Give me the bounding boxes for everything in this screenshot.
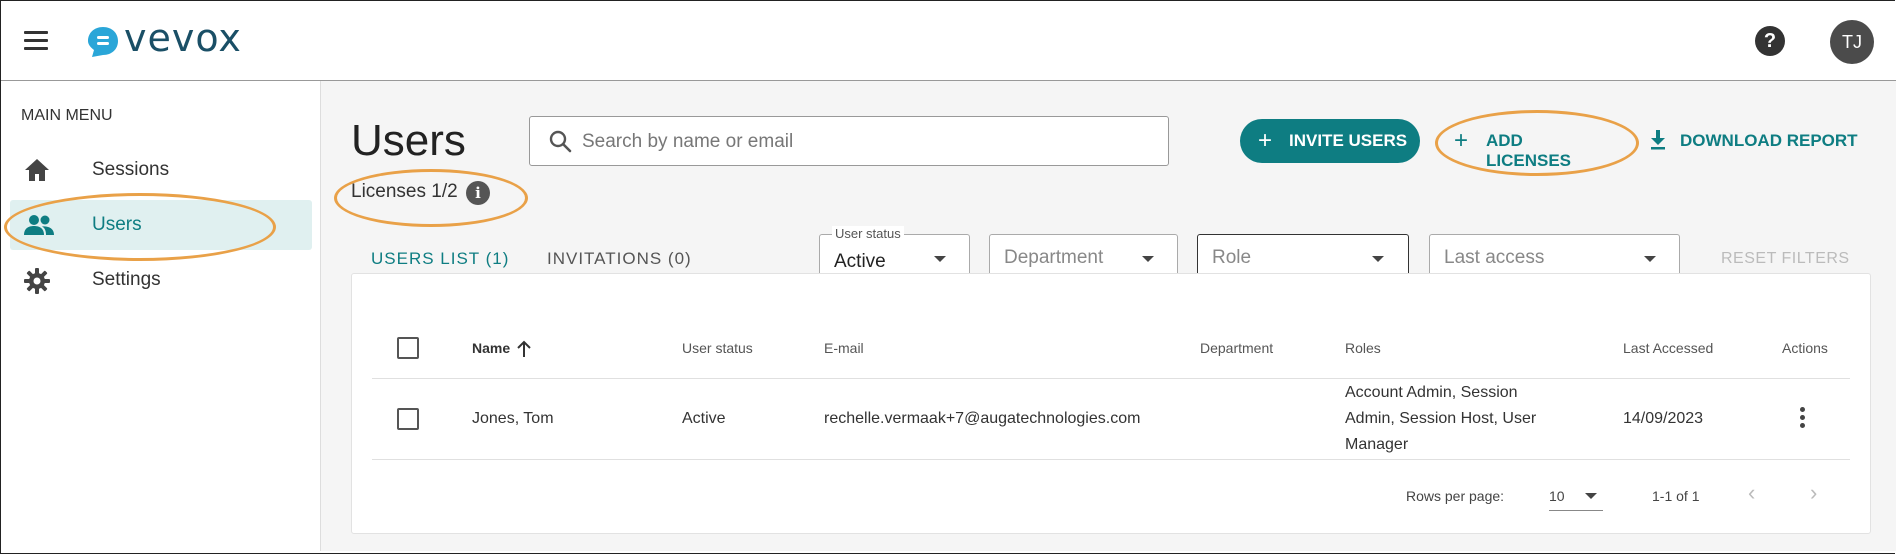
cell-name: Jones, Tom [472, 410, 554, 427]
sidebar-item-label: Settings [92, 269, 161, 290]
column-header-user-status[interactable]: User status [682, 340, 753, 356]
help-icon[interactable]: ? [1755, 26, 1785, 56]
chevron-down-icon [1585, 493, 1597, 499]
add-licenses-button[interactable]: + ADD LICENSES [1452, 119, 1612, 170]
rows-per-page-label: Rows per page: [1406, 488, 1505, 504]
cell-last-accessed: 14/09/2023 [1623, 410, 1704, 427]
info-icon[interactable]: i [466, 181, 490, 205]
select-all-checkbox[interactable] [397, 337, 419, 359]
sidebar: MAIN MENU Sessions Users Settings [2, 81, 321, 551]
plus-icon: + [1454, 127, 1469, 154]
reset-filters-button[interactable]: RESET FILTERS [1721, 250, 1850, 268]
vevox-logo-icon [88, 27, 118, 57]
download-report-button[interactable]: DOWNLOAD REPORT [1648, 119, 1858, 163]
department-placeholder: Department [1004, 247, 1104, 268]
table-row[interactable]: Jones, Tom Active rechelle.vermaak+7@aug… [352, 379, 1870, 459]
row-divider [372, 459, 1850, 460]
chevron-right-icon[interactable]: › [1810, 480, 1817, 506]
home-icon [25, 159, 49, 181]
sidebar-item-label: Users [92, 214, 142, 235]
add-licenses-label: ADD LICENSES [1486, 131, 1572, 170]
sidebar-item-label: Sessions [92, 159, 170, 180]
plus-icon: + [1258, 127, 1273, 154]
sidebar-item-settings[interactable]: Settings [10, 255, 312, 305]
people-icon [24, 215, 54, 235]
rows-per-page-value: 10 [1549, 488, 1565, 504]
chevron-down-icon [934, 256, 946, 262]
search-box[interactable] [529, 116, 1169, 166]
invite-users-button[interactable]: + INVITE USERS [1240, 119, 1420, 163]
hamburger-menu-icon[interactable] [24, 26, 48, 55]
tab-users-list[interactable]: USERS LIST (1) [371, 249, 509, 269]
user-status-label: User status [832, 226, 904, 241]
main-menu-label: MAIN MENU [21, 107, 113, 124]
chevron-down-icon [1372, 256, 1384, 262]
arrow-up-icon[interactable] [516, 340, 532, 358]
column-header-name[interactable]: Name [472, 340, 510, 356]
download-report-label: DOWNLOAD REPORT [1680, 131, 1858, 150]
column-header-actions: Actions [1782, 340, 1828, 356]
column-header-department[interactable]: Department [1200, 340, 1273, 356]
cell-status: Active [682, 410, 726, 427]
last-access-placeholder: Last access [1444, 247, 1545, 268]
pagination-range: 1-1 of 1 [1652, 488, 1700, 504]
column-header-email[interactable]: E-mail [824, 340, 864, 356]
cell-roles-line: Admin, Session Host, User [1345, 410, 1537, 427]
user-avatar[interactable]: TJ [1830, 20, 1874, 64]
cell-roles-line: Account Admin, Session [1345, 384, 1518, 401]
search-input[interactable] [580, 127, 1154, 157]
vevox-logo[interactable]: vevox [86, 16, 256, 60]
tab-invitations[interactable]: INVITATIONS (0) [547, 249, 692, 269]
row-checkbox[interactable] [397, 408, 419, 430]
column-header-last-accessed[interactable]: Last Accessed [1623, 340, 1713, 356]
chevron-down-icon [1142, 256, 1154, 262]
column-header-roles[interactable]: Roles [1345, 340, 1381, 356]
cell-email: rechelle.vermaak+7@augatechnologies.com [824, 410, 1141, 427]
users-table: Name User status E-mail Department Roles… [351, 273, 1871, 534]
download-icon [1651, 130, 1665, 150]
role-placeholder: Role [1212, 247, 1252, 268]
logo-text: vevox [124, 16, 242, 60]
more-actions-icon[interactable] [1800, 404, 1805, 431]
licenses-count: Licenses 1/2 [351, 181, 458, 202]
top-bar: vevox ? TJ [0, 0, 1896, 81]
rows-per-page-select[interactable]: 10 [1549, 482, 1603, 511]
chevron-left-icon[interactable]: ‹ [1748, 480, 1755, 506]
gear-icon [24, 268, 50, 294]
sidebar-item-sessions[interactable]: Sessions [10, 145, 312, 195]
sidebar-item-users[interactable]: Users [10, 200, 312, 250]
cell-roles-line: Manager [1345, 436, 1409, 453]
page-title: Users [351, 116, 466, 165]
chevron-down-icon [1644, 256, 1656, 262]
invite-users-label: INVITE USERS [1289, 131, 1408, 150]
user-status-value: Active [834, 251, 886, 272]
search-icon [549, 130, 572, 153]
